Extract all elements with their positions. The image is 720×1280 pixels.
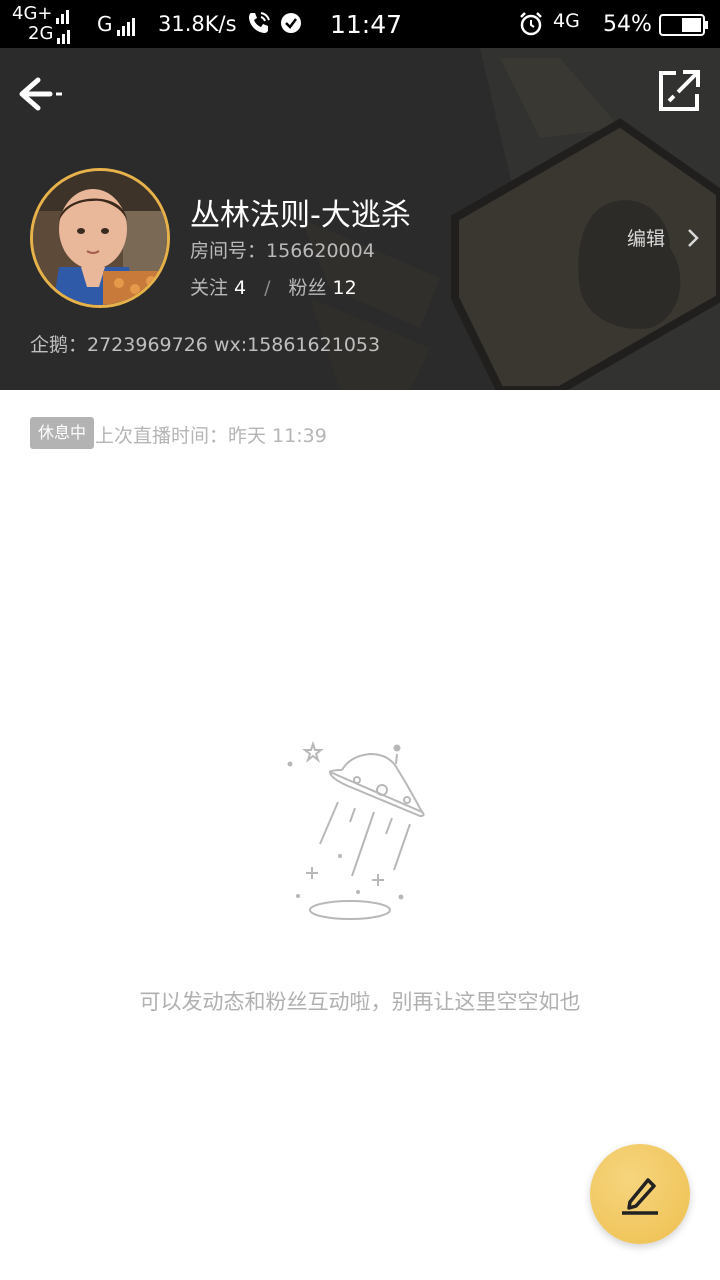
battery-icon xyxy=(659,14,708,36)
avatar-image xyxy=(33,171,167,305)
edit-label: 编辑 xyxy=(627,228,666,250)
signal-icon xyxy=(116,12,137,36)
back-arrow-icon[interactable] xyxy=(14,70,70,118)
profile-header: 丛林法则-大逃杀 房间号：156620004 关注 4 / 粉丝 12 编辑 企鹅：27… xyxy=(0,48,720,390)
contact-info: 企鹅：2723969726 wx:15861621053 xyxy=(30,334,381,356)
fans-count[interactable]: 12 xyxy=(333,277,357,299)
compose-icon xyxy=(622,1178,658,1215)
edit-button[interactable]: 编辑 xyxy=(627,224,707,254)
network-indicator: 4G+ 2G xyxy=(12,4,71,44)
status-bar: 4G+ 2G G 31.8K/s 11:47 4G 54% xyxy=(0,0,720,48)
status-badge: 休息中 xyxy=(30,417,94,449)
network-type-3: G xyxy=(97,12,137,36)
phone-wifi-icon xyxy=(249,12,270,33)
avatar[interactable] xyxy=(30,168,170,308)
alarm-icon xyxy=(520,12,542,36)
network-type-4: 4G xyxy=(553,10,580,32)
stats-separator: / xyxy=(264,277,271,299)
room-name: 丛林法则-大逃杀 xyxy=(190,198,411,233)
follow-label[interactable]: 关注 xyxy=(190,277,228,299)
signal-icon xyxy=(56,4,71,24)
share-icon[interactable] xyxy=(656,68,702,114)
fans-label[interactable]: 粉丝 xyxy=(289,277,327,299)
room-id: 房间号：156620004 xyxy=(190,236,375,263)
check-circle-icon xyxy=(281,13,301,33)
room-id-label: 房间号： xyxy=(190,240,267,262)
chevron-right-icon xyxy=(688,229,699,247)
follow-count[interactable]: 4 xyxy=(234,277,246,299)
ufo-illustration xyxy=(287,740,425,920)
room-id-value: 156620004 xyxy=(266,240,375,262)
signal-icon xyxy=(57,24,72,44)
network-type-1: 4G+ xyxy=(12,3,53,24)
clock: 11:47 xyxy=(330,10,403,39)
compose-button[interactable] xyxy=(590,1144,690,1244)
battery-percent: 54% xyxy=(603,12,652,37)
network-type-2: 2G xyxy=(28,23,54,44)
network-speed: 31.8K/s xyxy=(158,12,237,36)
last-live-time: 上次直播时间：昨天 11:39 xyxy=(95,425,327,447)
empty-state-message: 可以发动态和粉丝互动啦，别再让这里空空如也 xyxy=(139,990,581,1014)
follow-stats: 关注 4 / 粉丝 12 xyxy=(190,273,357,300)
